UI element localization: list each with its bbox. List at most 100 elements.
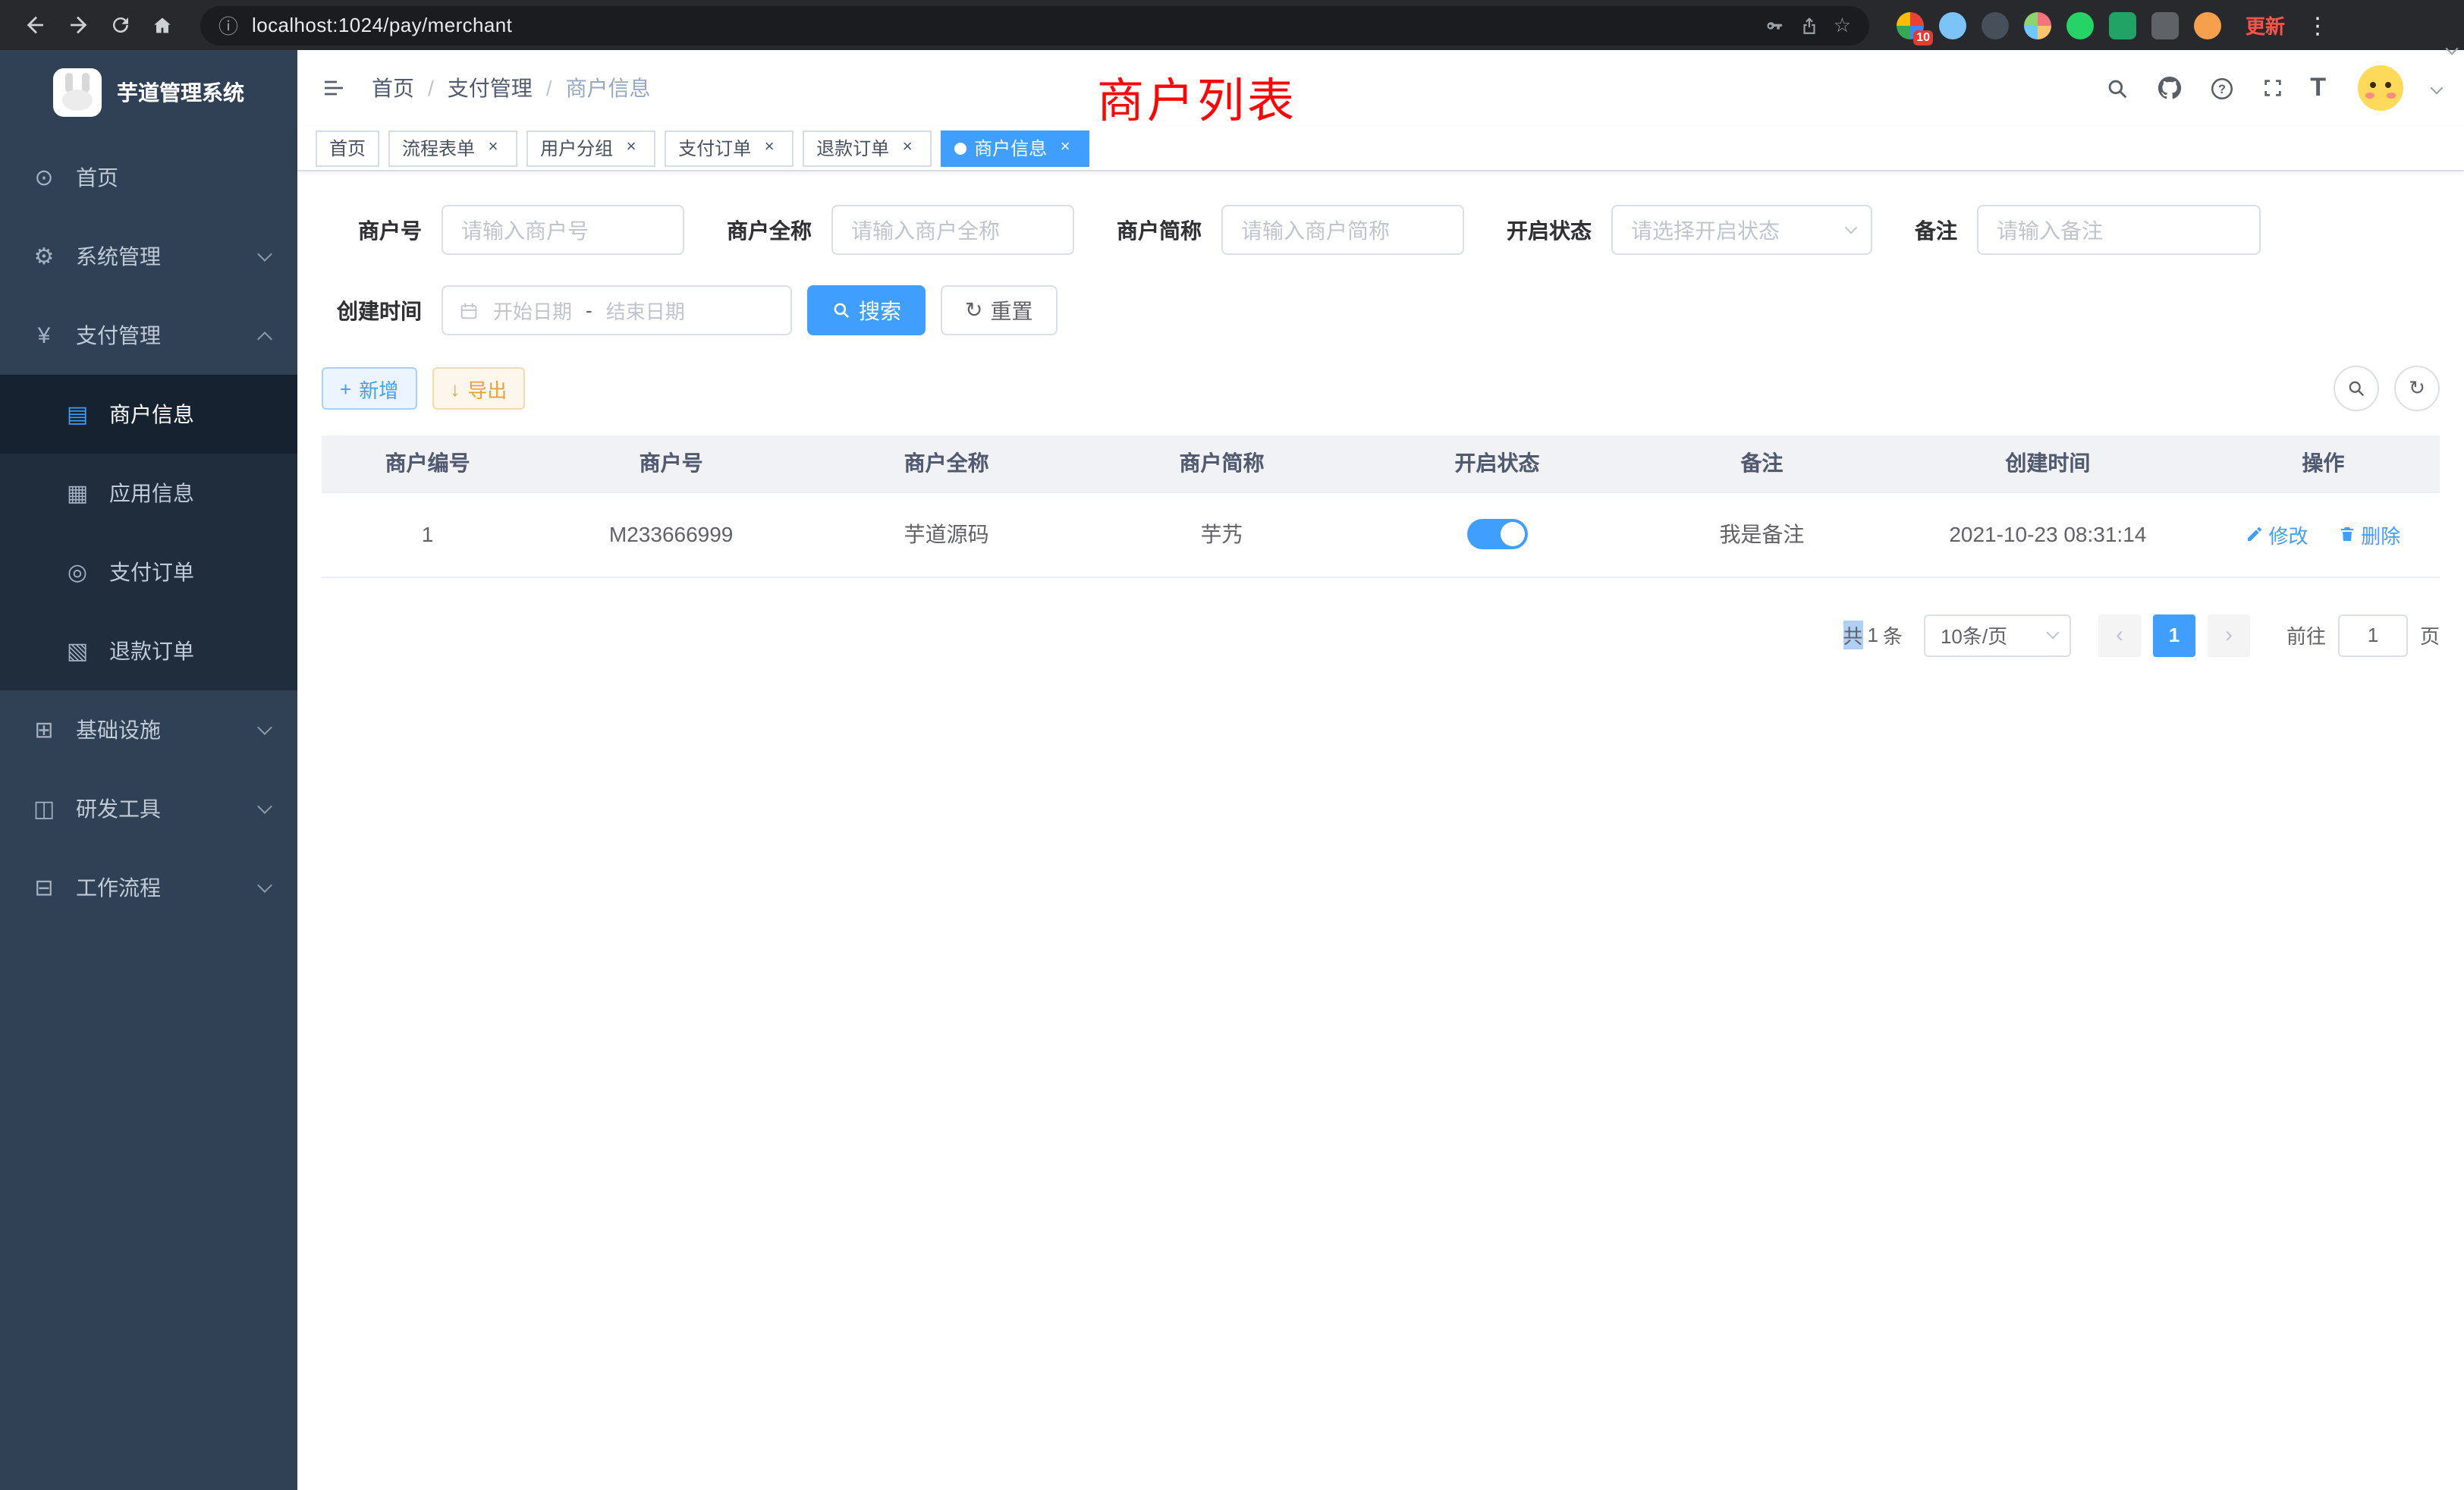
status-label: 开启状态: [1507, 215, 1592, 245]
share-icon[interactable]: [1800, 14, 1820, 36]
extension-icon[interactable]: [2066, 11, 2094, 39]
extension-icon[interactable]: [1939, 11, 1966, 39]
password-key-icon[interactable]: [1765, 14, 1787, 36]
tab-pay-order[interactable]: 支付订单 ×: [665, 130, 794, 166]
cell-merchant-id: 1: [322, 492, 533, 577]
sidebar-item-dev-tools[interactable]: ◫ 研发工具: [0, 769, 297, 848]
add-button[interactable]: + 新增: [322, 367, 416, 410]
merchant-no-label: 商户号: [322, 215, 422, 245]
infra-icon: ⊞: [30, 716, 58, 743]
tab-refund-order[interactable]: 退款订单 ×: [803, 130, 932, 166]
total-count: 共 1 条: [1843, 621, 1903, 649]
col-actions: 操作: [2207, 435, 2440, 492]
tags-view: 首页 流程表单 × 用户分组 × 支付订单 × 退款订单 ×: [297, 126, 2464, 171]
yen-icon: ¥: [30, 322, 58, 348]
prev-page-button[interactable]: ‹: [2098, 614, 2141, 656]
browser-back-icon[interactable]: [15, 5, 55, 45]
extension-icon[interactable]: 10: [1897, 11, 1924, 39]
extension-icon[interactable]: [2109, 11, 2136, 39]
tab-close-icon[interactable]: ×: [897, 137, 918, 159]
refresh-table-button[interactable]: ↻: [2394, 366, 2440, 411]
status-toggle[interactable]: [1466, 519, 1527, 549]
reset-button[interactable]: ↻ 重置: [941, 285, 1057, 335]
download-icon: ↓: [450, 377, 460, 400]
full-name-input[interactable]: [831, 205, 1074, 255]
show-search-toggle-button[interactable]: [2334, 366, 2379, 411]
sidebar-item-refund-order[interactable]: ▧ 退款订单: [0, 611, 297, 690]
tab-user-group[interactable]: 用户分组 ×: [526, 130, 655, 166]
logo-rabbit-icon: [53, 68, 102, 117]
page-number-1[interactable]: 1: [2153, 614, 2195, 656]
extensions-puzzle-icon[interactable]: [2151, 11, 2179, 39]
app-logo[interactable]: 芋道管理系统: [0, 50, 297, 135]
goto-page-input[interactable]: [2338, 614, 2408, 656]
browser-forward-icon[interactable]: [58, 5, 97, 45]
profile-avatar[interactable]: [2194, 11, 2221, 39]
merchant-card-icon: ▤: [64, 401, 91, 428]
page-size-select[interactable]: 10条/页: [1924, 614, 2071, 656]
pencil-icon: [2246, 525, 2264, 543]
search-button[interactable]: 搜索: [807, 285, 926, 335]
tab-close-icon[interactable]: ×: [621, 137, 642, 159]
tab-process-form[interactable]: 流程表单 ×: [388, 130, 517, 166]
sidebar-item-merchant-info[interactable]: ▤ 商户信息: [0, 375, 297, 454]
browser-reload-icon[interactable]: [100, 5, 140, 45]
tab-home[interactable]: 首页: [316, 130, 379, 166]
github-icon[interactable]: [2155, 74, 2183, 102]
col-full-name: 商户全称: [809, 435, 1084, 492]
tab-close-icon[interactable]: ×: [482, 137, 504, 159]
full-name-label: 商户全称: [727, 215, 812, 245]
navbar: 首页 / 支付管理 / 商户信息 商户列表 ?: [297, 50, 2464, 126]
search-icon[interactable]: [2104, 75, 2129, 101]
sidebar-item-system[interactable]: ⚙ 系统管理: [0, 217, 297, 296]
merchant-no-input[interactable]: [442, 205, 684, 255]
page-content: 商户号 商户全称 商户简称 开启状态 请选择开启状态: [297, 171, 2464, 1490]
tab-merchant-info[interactable]: 商户信息 ×: [941, 130, 1089, 166]
sidebar-item-pay-order[interactable]: ◎ 支付订单: [0, 533, 297, 611]
sidebar-item-workflow[interactable]: ⊟ 工作流程: [0, 848, 297, 927]
remark-input[interactable]: [1977, 205, 2261, 255]
extension-icon[interactable]: [2024, 11, 2051, 39]
next-page-button[interactable]: ›: [2208, 614, 2250, 656]
hamburger-icon[interactable]: [320, 76, 347, 100]
screen: ⓘ localhost:1024/pay/merchant ☆ 10 更新 ⋮: [0, 0, 2464, 1490]
extension-icon[interactable]: [1982, 11, 2009, 39]
url-bar[interactable]: ⓘ localhost:1024/pay/merchant ☆: [200, 5, 1869, 45]
tab-close-icon[interactable]: ×: [1054, 137, 1076, 159]
chrome-menu-icon[interactable]: ⋮: [2306, 11, 2329, 39]
breadcrumb-home[interactable]: 首页: [372, 73, 414, 103]
app-grid-icon: ▦: [64, 479, 91, 507]
delete-link[interactable]: 删除: [2338, 520, 2400, 549]
cell-remark: 我是备注: [1635, 492, 1889, 577]
svg-text:?: ?: [2217, 82, 2225, 96]
breadcrumb-payment[interactable]: 支付管理: [448, 73, 533, 103]
date-range-picker[interactable]: 开始日期 - 结束日期: [442, 285, 792, 335]
cell-merchant-no: M233666999: [533, 492, 809, 577]
status-select[interactable]: 请选择开启状态: [1611, 205, 1872, 255]
extension-badge: 10: [1913, 30, 1933, 45]
payment-submenu: ▤ 商户信息 ▦ 应用信息 ◎ 支付订单 ▧ 退款订单: [0, 375, 297, 690]
sidebar-item-infra[interactable]: ⊞ 基础设施: [0, 690, 297, 769]
font-size-icon[interactable]: T: [2310, 73, 2326, 103]
col-short-name: 商户简称: [1084, 435, 1359, 492]
browser-home-icon[interactable]: [143, 5, 182, 45]
breadcrumb-current: 商户信息: [566, 73, 651, 103]
chrome-update-button[interactable]: 更新: [2246, 11, 2285, 39]
chevron-down-icon: [2046, 627, 2059, 640]
sidebar-item-app-info[interactable]: ▦ 应用信息: [0, 454, 297, 533]
edit-link[interactable]: 修改: [2246, 520, 2308, 549]
fullscreen-icon[interactable]: [2260, 76, 2284, 100]
short-name-input[interactable]: [1221, 205, 1464, 255]
chevron-down-icon: [257, 799, 272, 814]
avatar-chevron-icon[interactable]: [2431, 82, 2444, 95]
bookmark-star-icon[interactable]: ☆: [1834, 13, 1851, 37]
chevron-down-icon: [257, 247, 272, 262]
site-info-icon[interactable]: ⓘ: [218, 11, 238, 39]
tab-close-icon[interactable]: ×: [759, 137, 780, 159]
sidebar-item-home[interactable]: ⊙ 首页: [0, 138, 297, 217]
chevron-down-icon: [257, 878, 272, 893]
export-button[interactable]: ↓ 导出: [432, 367, 525, 410]
help-icon[interactable]: ?: [2208, 75, 2234, 101]
user-avatar[interactable]: [2358, 65, 2403, 111]
sidebar-item-payment[interactable]: ¥ 支付管理: [0, 296, 297, 375]
